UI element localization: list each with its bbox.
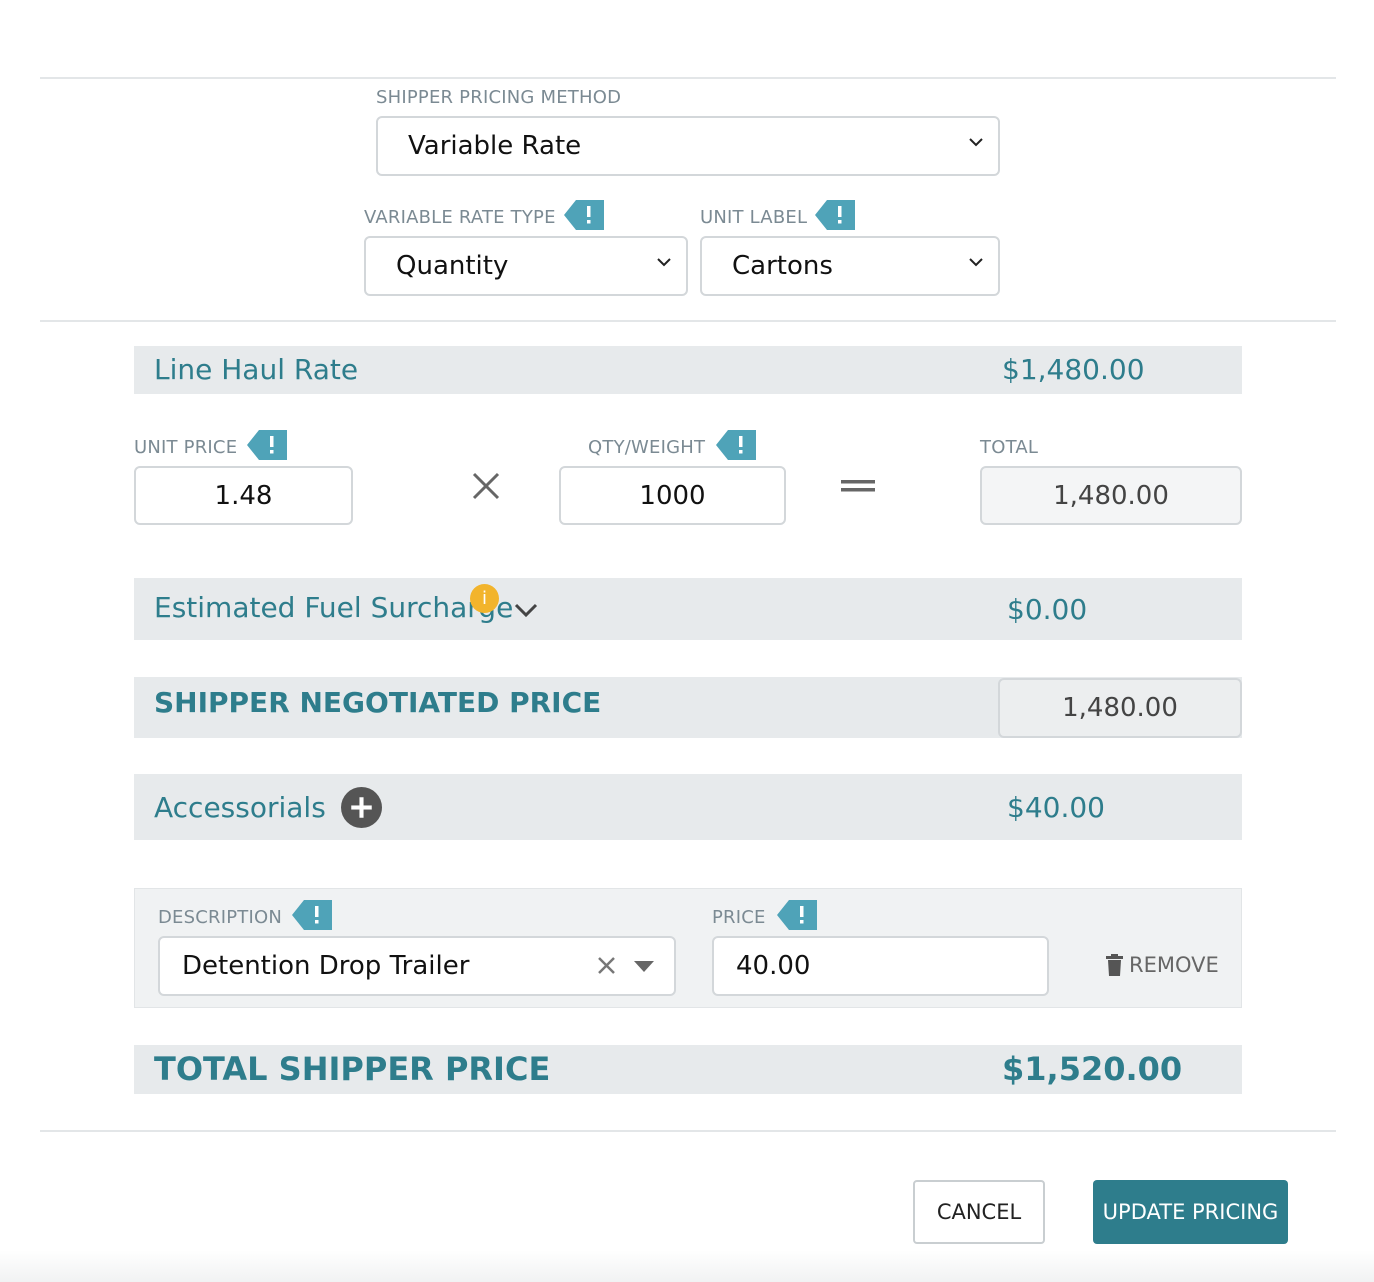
alert-flag-icon bbox=[815, 200, 855, 230]
rate-type-value: Quantity bbox=[396, 251, 509, 281]
alert-flag-icon bbox=[716, 430, 756, 460]
unit-label-value: Cartons bbox=[732, 251, 833, 281]
unit-label-select[interactable]: Cartons bbox=[700, 236, 1000, 296]
total-band: TOTAL SHIPPER PRICE $1,520.00 bbox=[134, 1045, 1242, 1094]
multiply-icon bbox=[472, 472, 500, 500]
chevron-down-icon[interactable] bbox=[514, 602, 538, 618]
equals-icon bbox=[841, 480, 875, 492]
total-amount: $1,520.00 bbox=[1002, 1050, 1183, 1088]
rate-type-select[interactable]: Quantity bbox=[364, 236, 688, 296]
alert-flag-icon bbox=[292, 900, 332, 930]
accessorials-title: Accessorials bbox=[154, 791, 326, 824]
remove-button[interactable]: REMOVE bbox=[1106, 953, 1219, 977]
accessorials-amount: $40.00 bbox=[1007, 791, 1105, 824]
pricing-method-value: Variable Rate bbox=[408, 131, 582, 161]
fuel-surcharge-amount: $0.00 bbox=[1007, 593, 1088, 626]
chevron-down-icon bbox=[969, 258, 983, 267]
top-divider bbox=[40, 77, 1336, 79]
negotiated-price-field: 1,480.00 bbox=[998, 678, 1242, 738]
bottom-shade bbox=[0, 1250, 1374, 1282]
pricing-method-label: SHIPPER PRICING METHOD bbox=[376, 87, 622, 108]
negotiated-price-title: SHIPPER NEGOTIATED PRICE bbox=[154, 686, 602, 719]
line-haul-band: Line Haul Rate $1,480.00 bbox=[134, 346, 1242, 394]
chevron-down-icon bbox=[969, 138, 983, 147]
price-input[interactable]: 40.00 bbox=[712, 936, 1049, 996]
description-label: DESCRIPTION bbox=[158, 907, 283, 928]
rate-type-label: VARIABLE RATE TYPE bbox=[364, 207, 556, 228]
total-title: TOTAL SHIPPER PRICE bbox=[154, 1050, 551, 1088]
clear-icon[interactable] bbox=[598, 957, 615, 974]
fuel-surcharge-title: Estimated Fuel Surcharge bbox=[154, 591, 514, 624]
alert-flag-icon bbox=[564, 200, 604, 230]
trash-icon bbox=[1106, 954, 1123, 976]
line-haul-title: Line Haul Rate bbox=[154, 353, 359, 386]
qty-weight-input[interactable]: 1000 bbox=[559, 466, 786, 525]
qty-weight-label: QTY/WEIGHT bbox=[588, 437, 706, 458]
remove-label: REMOVE bbox=[1129, 953, 1219, 977]
alert-flag-icon bbox=[777, 900, 817, 930]
total-field: 1,480.00 bbox=[980, 466, 1242, 525]
pricing-method-select[interactable]: Variable Rate bbox=[376, 116, 1000, 176]
fuel-surcharge-band[interactable]: Estimated Fuel Surcharge i $0.00 bbox=[134, 578, 1242, 640]
middle-divider bbox=[40, 320, 1336, 322]
chevron-down-icon bbox=[657, 258, 671, 267]
alert-flag-icon bbox=[247, 430, 287, 460]
bottom-divider bbox=[40, 1130, 1336, 1132]
update-pricing-button[interactable]: UPDATE PRICING bbox=[1093, 1180, 1288, 1244]
plus-circle-icon[interactable] bbox=[341, 787, 382, 828]
unit-price-input[interactable]: 1.48 bbox=[134, 466, 353, 525]
price-label: PRICE bbox=[712, 907, 766, 928]
unit-price-label: UNIT PRICE bbox=[134, 437, 238, 458]
description-value: Detention Drop Trailer bbox=[182, 951, 470, 981]
line-haul-amount: $1,480.00 bbox=[1002, 353, 1145, 386]
cancel-button[interactable]: CANCEL bbox=[913, 1180, 1045, 1244]
accessorials-band: Accessorials $40.00 bbox=[134, 774, 1242, 840]
unit-label-label: UNIT LABEL bbox=[700, 207, 808, 228]
caret-down-icon[interactable] bbox=[634, 961, 654, 972]
info-icon[interactable]: i bbox=[470, 584, 499, 613]
total-label: TOTAL bbox=[980, 437, 1039, 458]
